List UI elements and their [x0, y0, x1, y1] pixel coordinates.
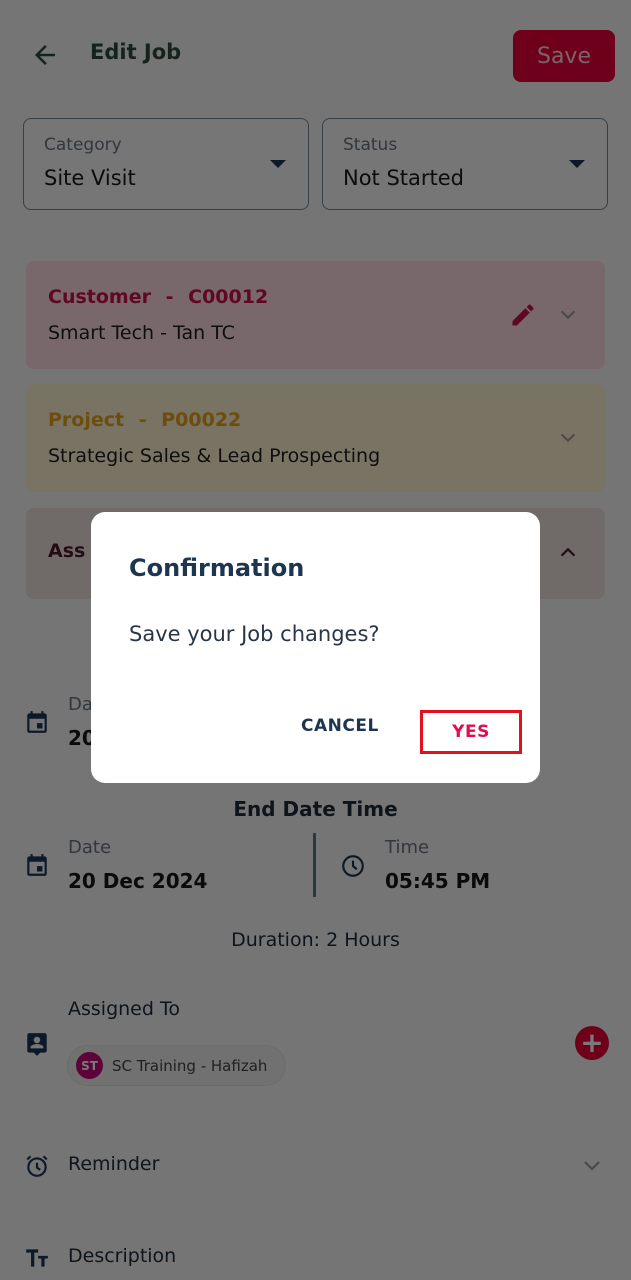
yes-button[interactable]: YES [420, 710, 522, 754]
dialog-title: Confirmation [129, 554, 305, 582]
cancel-button[interactable]: CANCEL [301, 716, 379, 736]
confirmation-dialog: Confirmation Save your Job changes? CANC… [91, 512, 540, 783]
dialog-message: Save your Job changes? [129, 622, 380, 646]
